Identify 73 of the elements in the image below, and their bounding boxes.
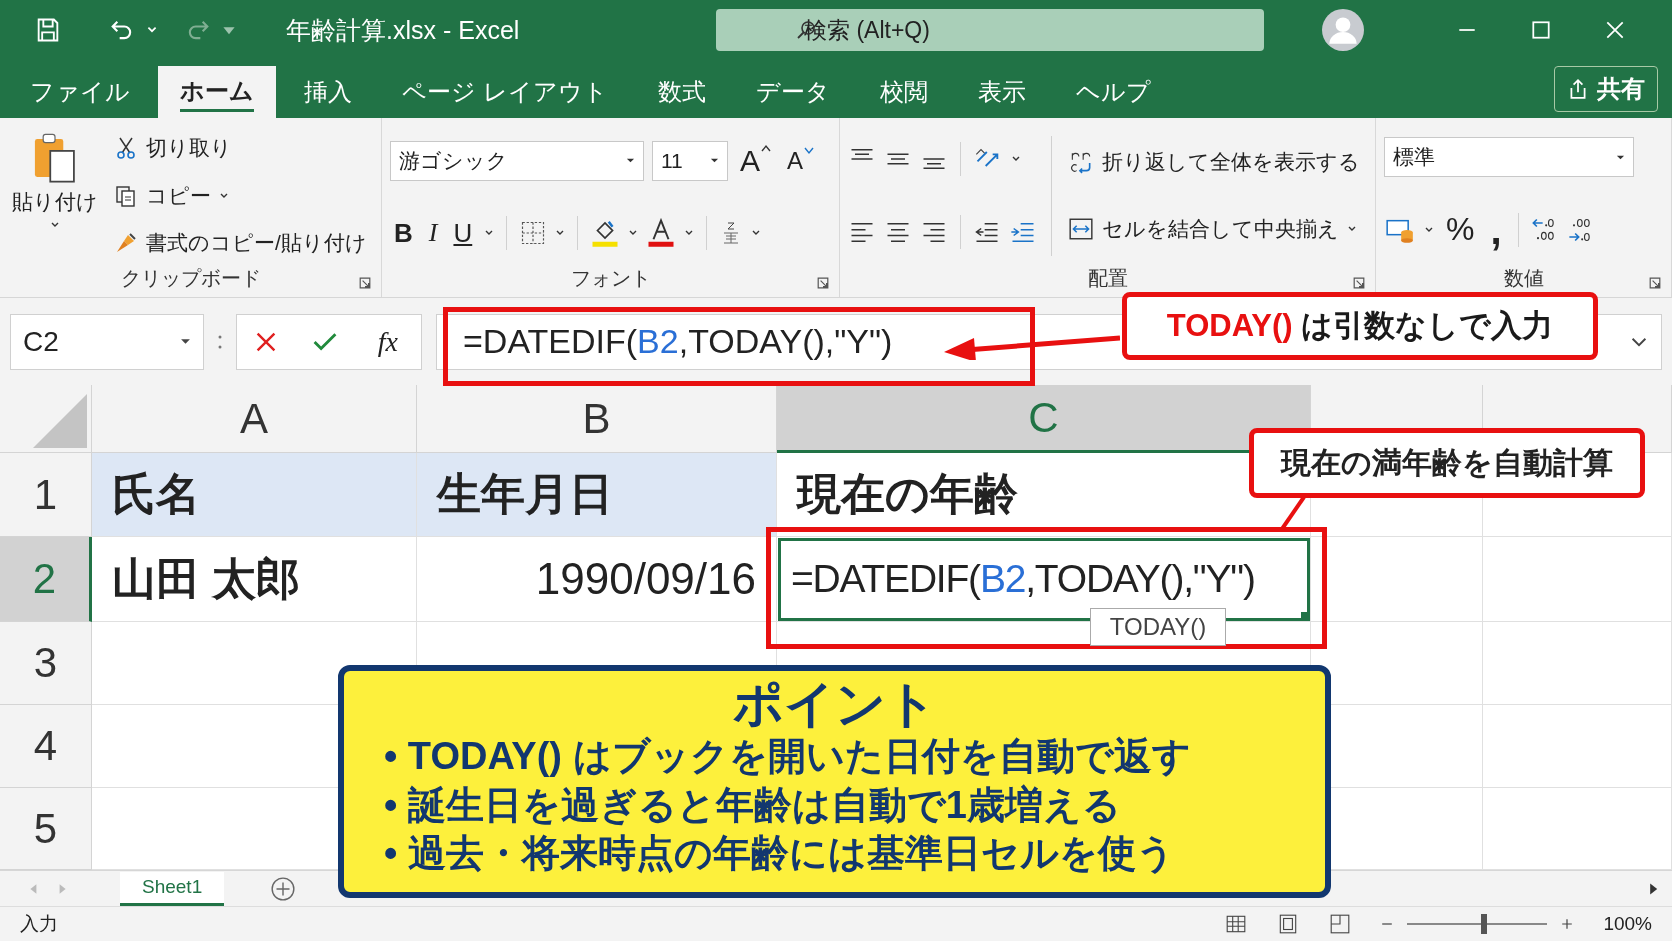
zoom-level[interactable]: 100% — [1603, 913, 1652, 935]
copy-icon — [114, 183, 138, 208]
maximize-icon[interactable] — [1530, 19, 1552, 41]
format-painter-button[interactable]: 書式のコピー/貼り付け — [112, 227, 369, 259]
group-label: クリップボード — [120, 265, 261, 291]
row-header[interactable]: 2 — [0, 537, 92, 622]
ribbon-tab[interactable]: データ — [733, 66, 852, 118]
font-color-icon[interactable] — [646, 218, 677, 249]
insert-function-button[interactable]: fx — [371, 324, 404, 359]
shrink-font-button[interactable]: A — [783, 146, 819, 175]
scissors-icon — [114, 136, 138, 160]
group-label: 数値 — [1503, 265, 1544, 291]
font-style-button[interactable]: U — [449, 217, 477, 249]
fill-color-icon[interactable] — [590, 218, 621, 249]
wrap-text-button[interactable]: 折り返して全体を表示する — [1066, 145, 1362, 178]
grow-font-button[interactable]: A — [736, 143, 775, 178]
dialog-launcher-icon[interactable] — [359, 277, 371, 289]
dialog-launcher-icon[interactable] — [1649, 277, 1661, 289]
ribbon-tab[interactable]: 挿入 — [282, 66, 374, 118]
font-style-button[interactable]: B — [390, 217, 417, 249]
row-header[interactable]: 5 — [0, 788, 92, 870]
table-cell: 山田 太郎 — [92, 537, 417, 622]
row-header[interactable]: 4 — [0, 705, 92, 788]
normal-view-icon[interactable] — [1225, 913, 1248, 935]
comma-style-button[interactable]: , — [1486, 205, 1506, 254]
ribbon-tab[interactable]: 表示 — [955, 66, 1048, 118]
bullet-text: • 誕生日を過ぎると年齢は自動で1歳増える — [384, 782, 1122, 828]
merge-center-button[interactable]: セルを結合して中央揃え — [1066, 213, 1362, 246]
panel-title: ポイント — [731, 677, 938, 732]
table-cell: 生年月日 — [417, 453, 777, 537]
ribbon-tab[interactable]: ホーム — [158, 66, 276, 118]
font-style-button[interactable]: I — [424, 218, 442, 249]
leader-line — [1278, 497, 1308, 529]
table-cell: 1990/09/16 — [417, 537, 777, 622]
name-box[interactable]: C2 — [10, 313, 204, 370]
group-label: フォント — [570, 265, 651, 291]
column-header[interactable]: B — [417, 385, 777, 453]
add-sheet-icon[interactable] — [270, 875, 297, 902]
column-header[interactable]: A — [92, 385, 417, 453]
dialog-launcher-icon[interactable] — [817, 277, 829, 289]
group-label: 配置 — [1087, 265, 1128, 291]
caret-icon — [180, 336, 191, 347]
close-icon[interactable] — [1604, 19, 1626, 41]
ribbon-tab[interactable]: 校閲 — [857, 66, 950, 118]
avatar-icon[interactable] — [1322, 9, 1364, 51]
window-title: 年齢計算.xlsx - Excel — [286, 14, 521, 46]
down-caret-icon — [804, 146, 815, 155]
share-button[interactable]: 共有 — [1554, 66, 1658, 112]
row-header[interactable]: 3 — [0, 622, 92, 705]
up-caret-icon — [761, 143, 771, 152]
paste-button[interactable]: 貼り付け — [8, 128, 102, 263]
status-mode: 入力 — [20, 912, 58, 936]
number-format-dropdown[interactable]: 標準 — [1384, 137, 1634, 178]
ribbon-tab[interactable]: ファイル — [8, 66, 152, 118]
bullet-text: • TODAY() はブックを開いた日付を自動で返す — [384, 734, 1192, 779]
zoom-in-icon[interactable] — [1561, 918, 1574, 930]
table-cell: 氏名 — [92, 453, 417, 537]
cut-button[interactable]: 切り取り — [112, 132, 369, 164]
ribbon-tab[interactable]: ページ レイアウト — [380, 66, 630, 118]
callout-tooltip: TODAY() は引数なしで入力 — [1122, 292, 1598, 360]
sheet-tab[interactable]: Sheet1 — [120, 871, 225, 906]
bullet-text: • 過去・将来時点の年齢には基準日セルを使う — [384, 831, 1176, 877]
callout-tooltip: 現在の満年齢を自動計算 — [1249, 428, 1645, 498]
row-header[interactable]: 1 — [0, 453, 92, 537]
copy-button[interactable]: コピー — [112, 179, 369, 212]
dialog-launcher-icon[interactable] — [1353, 277, 1365, 289]
font-size-dropdown[interactable]: 11 — [652, 140, 728, 181]
page-break-icon[interactable] — [1329, 913, 1352, 935]
ribbon-tab[interactable]: 数式 — [635, 66, 728, 118]
font-name-dropdown[interactable]: 游ゴシック — [390, 140, 644, 181]
brush-icon — [114, 231, 138, 255]
percent-style-button[interactable]: % — [1442, 211, 1479, 249]
ribbon-tab[interactable]: ヘルプ — [1053, 66, 1173, 118]
